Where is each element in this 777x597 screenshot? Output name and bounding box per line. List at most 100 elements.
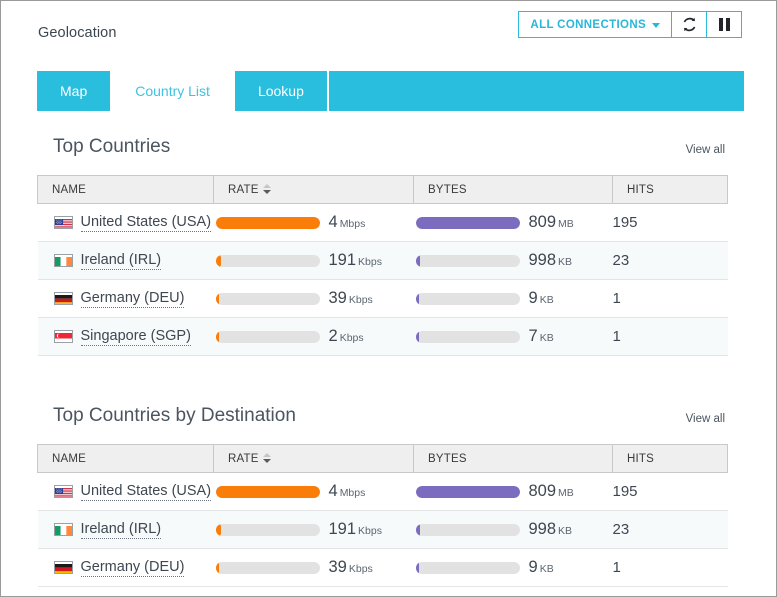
country-link[interactable]: United States (USA) [81,214,212,232]
bytes-unit: KB [540,294,554,306]
table-row: Ireland (IRL) 191Kbps 998KB 23 [38,242,728,280]
cell-rate: 39Kbps [214,549,414,587]
cell-bytes: 809MB [414,204,613,242]
rate-unit: Mbps [340,218,366,230]
bytes-value: 809MB [529,213,574,232]
column-header-hits[interactable]: HITS [613,445,728,473]
cell-bytes: 809MB [414,473,613,511]
country-link[interactable]: Germany (DEU) [81,559,185,577]
flag-usa-icon [54,216,73,229]
cell-hits: 195 [613,473,728,511]
tab-map[interactable]: Map [37,71,112,111]
flag-germany-icon [54,561,73,574]
cell-hits: 23 [613,242,728,280]
table-body: United States (USA) 4Mbps 809MB195 Ireland … [38,473,728,587]
view-all-link[interactable]: View all [686,144,725,156]
cell-bytes: 9KB [414,280,613,318]
panel-header: Geolocation ALL CONNECTIONS [1,1,776,59]
bytes-value: 9KB [529,289,554,308]
rate-value: 191Kbps [329,251,382,270]
rate-meter [216,217,320,229]
bytes-unit: KB [540,563,554,575]
rate-unit: Mbps [340,487,366,499]
rate-unit: Kbps [340,332,364,344]
rate-meter [216,562,320,574]
tab-map-label: Map [60,83,87,99]
bytes-value: 9KB [529,558,554,577]
bytes-meter [416,524,520,536]
flag-usa-icon [54,485,73,498]
flag-ireland-icon [54,254,73,267]
view-all-link[interactable]: View all [686,413,725,425]
cell-name: Singapore (SGP) [38,318,214,356]
table-row: United States (USA)4Mbps809MB195 [38,204,728,242]
cell-rate: 39Kbps [214,280,414,318]
rate-meter [216,255,320,267]
cell-hits: 1 [613,549,728,587]
column-header-name[interactable]: NAME [38,445,214,473]
page-title: Geolocation [38,25,117,41]
top-countries-table: NAME RATE BYTES HITS United States (USA)… [37,175,728,356]
table-row: Germany (DEU) 39Kbps 9KB 1 [38,280,728,318]
cell-bytes: 9KB [414,549,613,587]
country-link[interactable]: United States (USA) [81,483,212,501]
section-title: Top Countries by Destination [53,405,296,427]
column-header-rate-label: RATE [228,453,259,465]
table-header-row: NAME RATE BYTES HITS [38,445,728,473]
table-row: Singapore (SGP)2Kbps7KB1 [38,318,728,356]
country-link[interactable]: Singapore (SGP) [81,328,191,346]
cell-rate: 191Kbps [214,511,414,549]
column-header-bytes[interactable]: BYTES [414,176,613,204]
bytes-meter [416,486,520,498]
bytes-unit: MB [558,218,574,230]
column-header-rate[interactable]: RATE [214,445,414,473]
column-header-bytes[interactable]: BYTES [414,445,613,473]
bytes-unit: KB [558,256,572,268]
bytes-unit: KB [540,332,554,344]
rate-meter [216,486,320,498]
bytes-meter [416,331,520,343]
header-controls: ALL CONNECTIONS [518,11,742,38]
tab-country-list[interactable]: Country List [112,71,235,111]
column-header-hits[interactable]: HITS [613,176,728,204]
rate-meter [216,293,320,305]
section-header: Top Countries View all [37,134,727,175]
cell-rate: 2Kbps [214,318,414,356]
flag-ireland-icon [54,523,73,536]
rate-value: 4Mbps [329,482,366,501]
country-link[interactable]: Germany (DEU) [81,290,185,308]
cell-rate: 4Mbps [214,204,414,242]
country-link[interactable]: Ireland (IRL) [81,252,162,270]
refresh-button[interactable] [672,11,707,38]
pause-button[interactable] [707,11,742,38]
geolocation-panel: Geolocation ALL CONNECTIONS Map [0,0,777,597]
all-connections-dropdown[interactable]: ALL CONNECTIONS [518,11,672,38]
cell-rate: 191Kbps [214,242,414,280]
bytes-value: 998KB [529,251,573,270]
top-countries-section: Top Countries View all NAME RATE BYTES H… [37,134,727,356]
cell-hits: 1 [613,280,728,318]
section-header: Top Countries by Destination View all [37,403,727,444]
all-connections-label: ALL CONNECTIONS [530,19,646,31]
bytes-value: 7KB [529,327,554,346]
country-link[interactable]: Ireland (IRL) [81,521,162,539]
tabbar-filler [329,71,744,111]
refresh-icon [681,16,698,33]
rate-unit: Kbps [349,294,373,306]
cell-name: United States (USA) [38,204,214,242]
tabbar: Map Country List Lookup [37,71,744,111]
bytes-meter [416,255,520,267]
cell-bytes: 7KB [414,318,613,356]
cell-name: Germany (DEU) [38,280,214,318]
tab-lookup[interactable]: Lookup [235,71,329,111]
chevron-down-icon [652,23,660,28]
tab-country-list-label: Country List [135,83,210,99]
column-header-rate[interactable]: RATE [214,176,414,204]
bytes-meter [416,562,520,574]
cell-name: Ireland (IRL) [38,242,214,280]
sort-indicator-icon [263,184,271,194]
column-header-name[interactable]: NAME [38,176,214,204]
rate-value: 39Kbps [329,289,373,308]
flag-singapore-icon [54,330,73,343]
rate-value: 39Kbps [329,558,373,577]
